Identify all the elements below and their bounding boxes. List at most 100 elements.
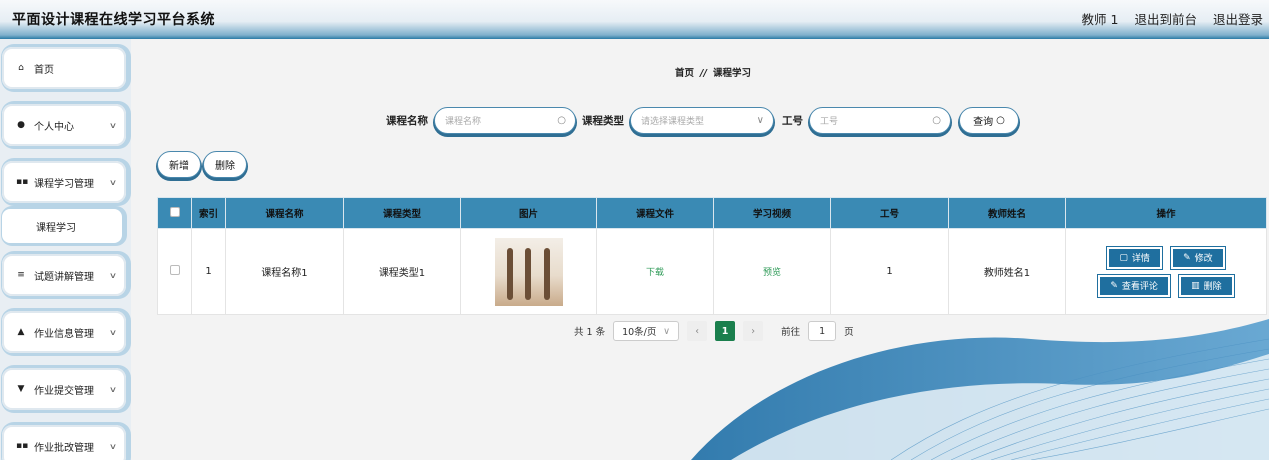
- user-icon: ●: [17, 120, 25, 130]
- query-label: 查询: [973, 117, 994, 128]
- sidebar-item-label: 作业信息管理: [34, 328, 94, 340]
- chevron-down-icon: ∨: [756, 115, 764, 126]
- add-label: 新增: [169, 161, 189, 172]
- user-label[interactable]: 教师 1: [1082, 9, 1119, 28]
- chevron-right-icon: ›: [751, 325, 755, 337]
- edit-icon: ✎: [1183, 252, 1191, 263]
- search-icon: ○: [557, 115, 566, 126]
- sidebar: ⌂ 首页 ● 个人中心 ∨ ▪▪ 课程学习管理 ∨ 课程学习 ≡ 试题讲解管理 …: [0, 39, 131, 460]
- breadcrumb-home[interactable]: 首页: [675, 68, 694, 79]
- edit-button[interactable]: ✎ 修改: [1171, 246, 1225, 269]
- edit-label: 修改: [1194, 254, 1213, 264]
- col-course-name: 课程名称: [225, 197, 344, 229]
- chevron-down-icon: ∨: [108, 384, 118, 394]
- chevron-down-icon: ∨: [108, 441, 118, 451]
- breadcrumb-separator: //: [700, 68, 707, 79]
- sidebar-item-homework-submit[interactable]: ▼ 作业提交管理 ∨: [2, 368, 126, 410]
- goto-label: 前往: [781, 327, 801, 338]
- select-all-checkbox[interactable]: [169, 206, 180, 217]
- goto-page-input[interactable]: 1: [808, 321, 837, 341]
- sidebar-subitem-course-study[interactable]: 课程学习: [2, 209, 122, 243]
- list-icon: ≡: [17, 270, 25, 280]
- sidebar-item-question[interactable]: ≡ 试题讲解管理 ∨: [2, 254, 126, 296]
- col-teacher-name: 教师姓名: [948, 197, 1066, 229]
- cell-job-no: 1: [830, 228, 949, 315]
- sidebar-item-label: 首页: [34, 64, 54, 76]
- page-unit-label: 页: [844, 327, 854, 338]
- grid-icon: ▪▪: [16, 177, 29, 187]
- col-operations: 操作: [1065, 197, 1267, 229]
- download-link[interactable]: 下载: [646, 268, 664, 278]
- course-name-input[interactable]: 课程名称 ○: [434, 107, 576, 134]
- toolbar: 新增 删除: [157, 151, 247, 178]
- delete-button[interactable]: 删除: [203, 151, 247, 178]
- sidebar-item-home[interactable]: ⌂ 首页: [2, 47, 126, 89]
- sidebar-subitem-label: 课程学习: [36, 222, 76, 234]
- prev-page-button[interactable]: ‹: [687, 321, 708, 341]
- page-number[interactable]: 1: [715, 321, 736, 341]
- cell-course-name: 课程名称1: [225, 228, 344, 315]
- job-no-input[interactable]: 工号 ○: [809, 107, 951, 134]
- col-index: 索引: [191, 197, 226, 229]
- table-row: 1 课程名称1 课程类型1 下载 预览 1 教师姓名1 ▢ 详情 ✎ 修改 ✎ …: [157, 228, 1267, 315]
- course-type-label: 课程类型: [582, 115, 624, 127]
- course-name-label: 课程名称: [386, 115, 428, 127]
- table-header-row: 索引 课程名称 课程类型 图片 课程文件 学习视频 工号 教师姓名 操作: [157, 197, 1267, 229]
- sidebar-item-homework-info[interactable]: ▲ 作业信息管理 ∨: [2, 311, 126, 353]
- col-image: 图片: [460, 197, 597, 229]
- row-select-cell[interactable]: [157, 228, 192, 315]
- course-type-placeholder: 请选择课程类型: [641, 117, 705, 127]
- breadcrumb-current: 课程学习: [712, 68, 751, 79]
- cell-course-file: 下载: [596, 228, 714, 315]
- total-count: 共 1 条: [574, 327, 606, 338]
- comment-icon: ✎: [1110, 280, 1118, 291]
- logout-link[interactable]: 退出登录: [1213, 9, 1263, 28]
- next-page-button[interactable]: ›: [743, 321, 764, 341]
- job-no-label: 工号: [782, 115, 803, 127]
- pin-icon: ▼: [17, 384, 25, 394]
- chevron-left-icon: ‹: [695, 325, 699, 337]
- detail-label: 详情: [1131, 254, 1150, 264]
- header-links: 教师 1 退出到前台 退出登录: [1082, 9, 1263, 28]
- front-link[interactable]: 退出到前台: [1134, 9, 1197, 28]
- comments-button[interactable]: ✎ 查看评论: [1098, 274, 1170, 297]
- sidebar-item-course[interactable]: ▪▪ 课程学习管理 ∨: [2, 161, 126, 203]
- trash-icon: ▥: [1191, 280, 1200, 291]
- delete-label: 删除: [215, 161, 235, 172]
- person-icon: ▲: [17, 327, 25, 337]
- col-course-file: 课程文件: [596, 197, 714, 229]
- pagination: 共 1 条 10条/页 ∨ ‹ 1 › 前往 1 页: [574, 321, 854, 341]
- chevron-down-icon: ∨: [108, 177, 118, 187]
- col-job-no: 工号: [830, 197, 949, 229]
- row-delete-button[interactable]: ▥ 删除: [1179, 274, 1234, 297]
- query-button[interactable]: 查询 ○: [959, 107, 1019, 134]
- row-checkbox[interactable]: [169, 265, 180, 275]
- detail-icon: ▢: [1119, 252, 1128, 263]
- app-title: 平面设计课程在线学习平台系统: [12, 11, 215, 28]
- page-size-value: 10条/页: [622, 327, 657, 338]
- chevron-down-icon: ∨: [108, 270, 118, 280]
- chevron-down-icon: ∨: [108, 120, 118, 130]
- breadcrumb: 首页 // 课程学习: [131, 65, 1269, 79]
- comments-label: 查看评论: [1121, 282, 1158, 292]
- row-delete-label: 删除: [1203, 282, 1222, 292]
- page-size-select[interactable]: 10条/页 ∨: [613, 321, 680, 341]
- chevron-down-icon: ∨: [663, 325, 671, 337]
- top-header: 平面设计课程在线学习平台系统 教师 1 退出到前台 退出登录: [0, 0, 1269, 39]
- course-name-placeholder: 课程名称: [445, 117, 482, 127]
- select-all-cell[interactable]: [157, 197, 192, 229]
- job-no-placeholder: 工号: [820, 117, 839, 127]
- preview-link[interactable]: 预览: [763, 268, 781, 278]
- sidebar-item-personal[interactable]: ● 个人中心 ∨: [2, 104, 126, 146]
- home-icon: ⌂: [18, 63, 24, 73]
- course-type-select[interactable]: 请选择课程类型 ∨: [630, 107, 774, 134]
- detail-button[interactable]: ▢ 详情: [1107, 246, 1162, 269]
- add-button[interactable]: 新增: [157, 151, 201, 178]
- search-bar: 课程名称 课程名称 ○ 课程类型 请选择课程类型 ∨ 工号 工号 ○ 查询 ○: [386, 107, 1019, 134]
- col-course-type: 课程类型: [343, 197, 461, 229]
- cell-operations: ▢ 详情 ✎ 修改 ✎ 查看评论 ▥ 删除: [1065, 228, 1267, 315]
- chevron-down-icon: ∨: [108, 327, 118, 337]
- cell-image: [460, 228, 597, 315]
- sidebar-item-homework-review[interactable]: ▪▪ 作业批改管理 ∨: [2, 425, 126, 460]
- sidebar-item-label: 试题讲解管理: [34, 271, 94, 283]
